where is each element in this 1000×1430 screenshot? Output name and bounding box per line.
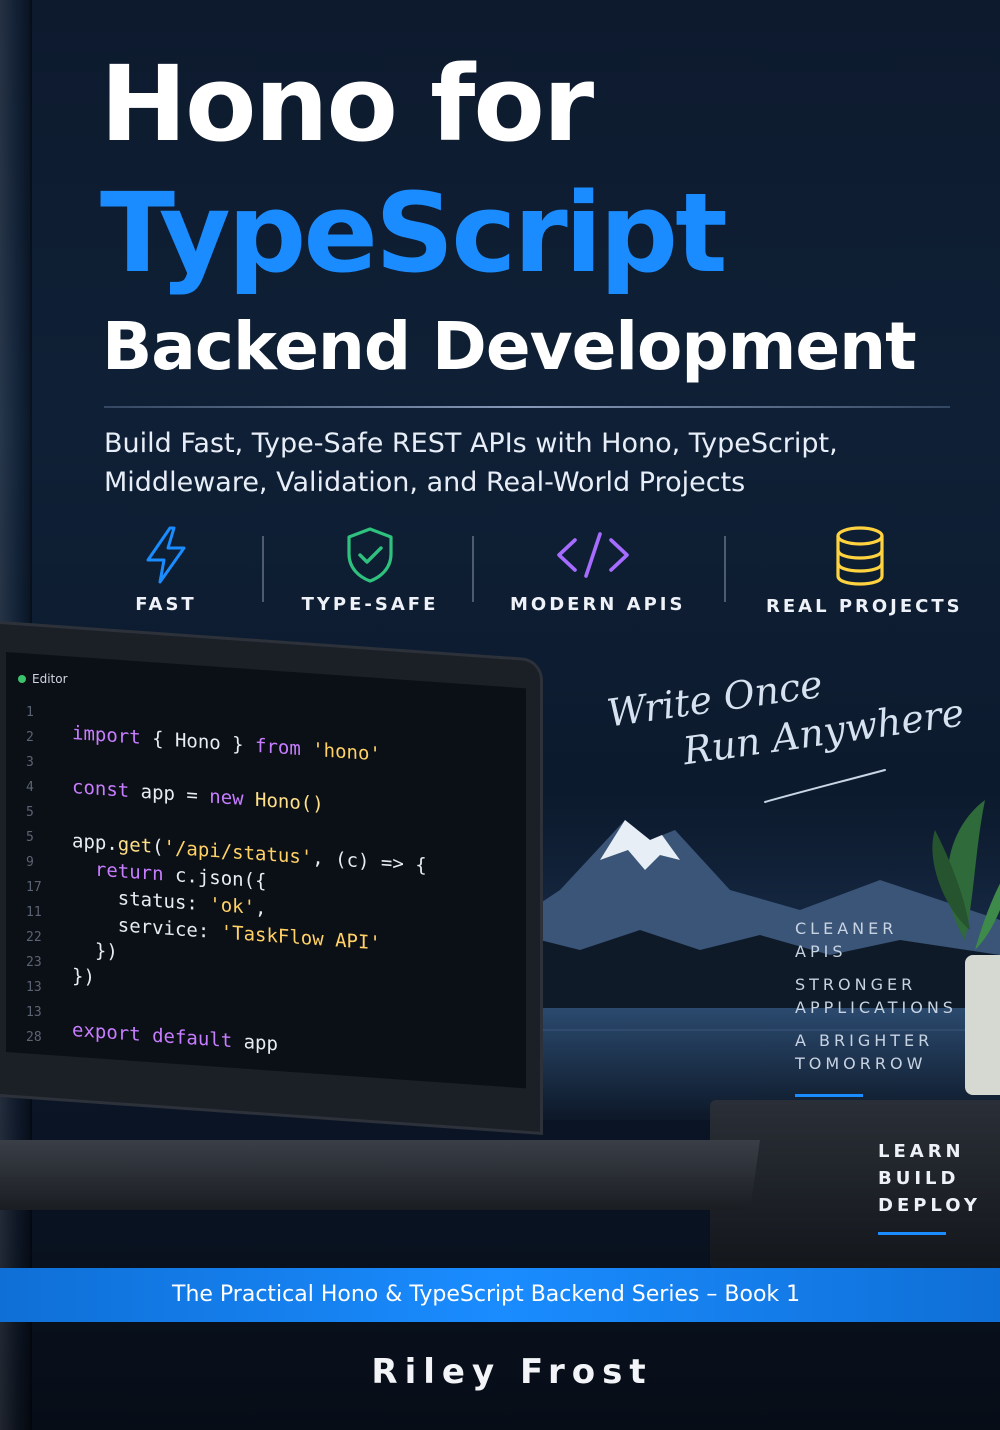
line-number: 2: [26, 730, 34, 745]
editor-tab-label: Editor: [32, 672, 68, 686]
code-token: service:: [72, 911, 221, 944]
code-token: app.: [72, 830, 118, 856]
feature-divider: [724, 536, 726, 602]
code-token: (: [152, 835, 164, 859]
code-token: 'ok': [209, 893, 256, 919]
title-line-2: TypeScript: [100, 169, 728, 297]
benefit-text: TOMORROW: [795, 1054, 927, 1073]
code-snippet: import { Hono } from 'hono' const app = …: [72, 720, 427, 1069]
verb-learn: LEARN: [878, 1141, 965, 1162]
benefit-text: CLEANER: [795, 919, 898, 938]
editor-line-numbers: 1 2 3 4 5 5 9 17 11 22 23 13 13 28: [26, 700, 50, 1050]
subtitle-line-2: Middleware, Validation, and Real-World P…: [104, 467, 746, 498]
database-icon: [836, 526, 884, 586]
benefit-item: STRONGER APPLICATIONS: [795, 973, 957, 1019]
line-number: 5: [26, 830, 34, 845]
verb-deploy: DEPLOY: [878, 1195, 981, 1216]
code-token: return: [72, 857, 164, 886]
line-number: 4: [26, 780, 34, 795]
code-token: new: [209, 785, 244, 811]
benefit-text: APIS: [795, 942, 847, 961]
code-token: { Hono }: [140, 726, 256, 757]
feature-divider: [472, 536, 474, 602]
title-divider: [104, 406, 950, 408]
code-token: const: [72, 776, 130, 803]
accent-bar: [878, 1232, 946, 1235]
book-cover: Hono for TypeScript Backend Development …: [0, 0, 1000, 1430]
code-brackets-icon: [557, 532, 629, 578]
series-title: The Practical Hono & TypeScript Backend …: [172, 1282, 801, 1307]
code-token: ,: [255, 896, 267, 920]
benefit-text: APPLICATIONS: [795, 998, 957, 1017]
subtitle: Build Fast, Type-Safe REST APIs with Hon…: [104, 424, 964, 502]
author-name: Riley Frost: [371, 1352, 653, 1392]
side-benefits-list: CLEANER APIS STRONGER APPLICATIONS A BRIGH…: [795, 917, 957, 1085]
line-number: 28: [26, 1030, 42, 1045]
title-line-1: Hono for: [100, 43, 594, 165]
line-number: 9: [26, 855, 34, 870]
line-number: 22: [26, 930, 42, 945]
line-number: 11: [26, 905, 42, 920]
editor-status-dot: [18, 675, 26, 683]
subtitle-line-1: Build Fast, Type-Safe REST APIs with Hon…: [104, 428, 838, 459]
title-line-3: Backend Development: [102, 308, 917, 385]
verb-build: BUILD: [878, 1168, 960, 1189]
code-token: }): [72, 938, 118, 964]
code-token: status:: [72, 884, 210, 916]
feature-real-projects: REAL PROJECTS: [766, 526, 963, 617]
feature-label-real-projects: REAL PROJECTS: [766, 596, 963, 617]
code-token: 'hono': [300, 737, 381, 766]
tagline-underline-swash: [764, 769, 886, 803]
line-number: 13: [26, 980, 42, 995]
benefit-item: CLEANER APIS: [795, 917, 957, 963]
line-number: 17: [26, 880, 42, 895]
lightning-bolt-icon: [146, 526, 186, 584]
benefit-text: STRONGER: [795, 975, 917, 994]
code-token: Hono(): [243, 788, 324, 816]
accent-bar: [795, 1094, 863, 1097]
code-token: import: [72, 722, 141, 749]
line-number: 3: [26, 755, 34, 770]
editor-tab: Editor: [18, 672, 68, 686]
line-number: 5: [26, 805, 34, 820]
line-number: 23: [26, 955, 42, 970]
benefit-item: A BRIGHTER TOMORROW: [795, 1029, 957, 1075]
verbs-list: LEARN BUILD DEPLOY: [878, 1138, 981, 1219]
line-number: 13: [26, 1005, 42, 1020]
code-token: 'TaskFlow API': [220, 921, 381, 955]
code-token: from: [255, 734, 301, 760]
benefit-text: A BRIGHTER: [795, 1031, 934, 1050]
line-number: 1: [26, 705, 34, 720]
code-token: }): [72, 965, 95, 989]
feature-divider: [262, 536, 264, 602]
code-token: c.json({: [163, 863, 267, 893]
code-token: get: [117, 833, 153, 858]
shield-check-icon: [347, 527, 393, 583]
code-token: app: [232, 1030, 278, 1056]
laptop-base: [0, 1140, 760, 1210]
code-token: app =: [129, 780, 210, 808]
code-token: , (c) => {: [312, 846, 427, 877]
code-token: '/api/status': [163, 836, 313, 869]
